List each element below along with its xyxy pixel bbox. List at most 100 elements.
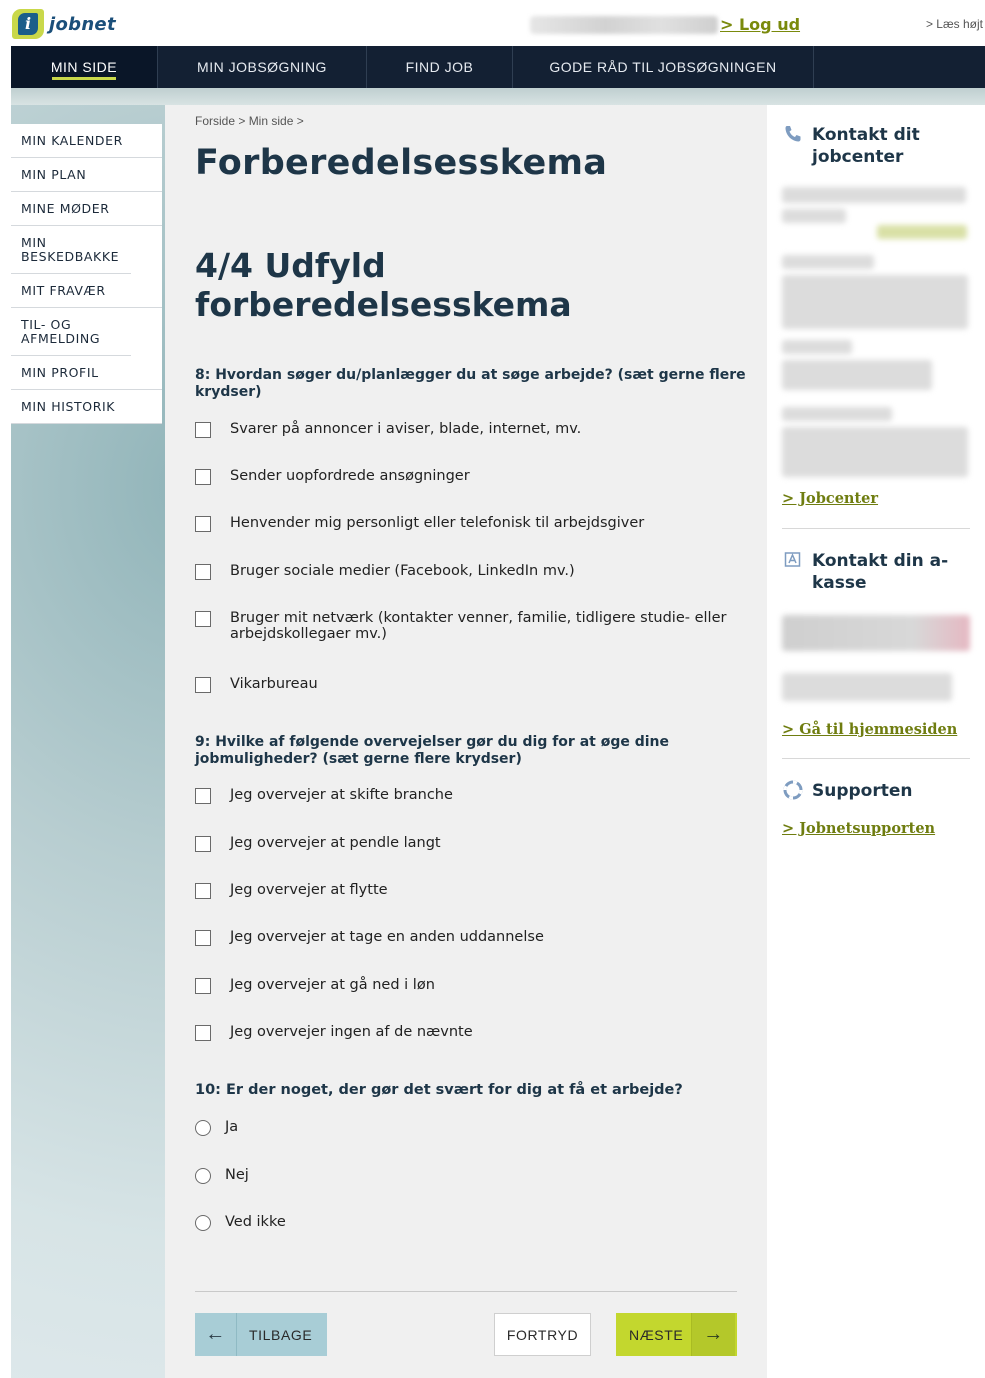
checkbox[interactable]: [195, 422, 211, 438]
sidebar-item-kalender[interactable]: MIN KALENDER: [11, 124, 162, 158]
hours-redacted: [782, 275, 968, 329]
q9-option[interactable]: Jeg overvejer at tage en anden uddannels…: [195, 929, 755, 946]
radio-button[interactable]: [195, 1215, 211, 1231]
phone-number-redacted: [877, 225, 967, 239]
akasse-homepage-link[interactable]: > Gå til hjemmesiden: [782, 721, 957, 738]
q9-option[interactable]: Jeg overvejer at skifte branche: [195, 787, 755, 804]
address-redacted: [782, 360, 932, 390]
jobnet-support-link[interactable]: > Jobnetsupporten: [782, 820, 935, 837]
checkbox[interactable]: [195, 788, 211, 804]
divider: [782, 758, 970, 759]
q10-option[interactable]: Nej: [195, 1167, 755, 1184]
option-label: Svarer på annoncer i aviser, blade, inte…: [230, 421, 582, 437]
nav-gode-raad[interactable]: GODE RÅD TIL JOBSØGNINGEN: [513, 46, 814, 88]
arrow-left-icon: ←: [195, 1313, 237, 1356]
cancel-button[interactable]: FORTRYD: [494, 1313, 591, 1356]
breadcrumb[interactable]: Forside > Min side >: [195, 114, 304, 128]
q8-option[interactable]: Bruger sociale medier (Facebook, LinkedI…: [195, 563, 755, 580]
option-label: Ja: [225, 1119, 239, 1135]
sidebar-item-moeder[interactable]: MINE MØDER: [11, 192, 162, 226]
option-label: Jeg overvejer at pendle langt: [230, 835, 441, 851]
option-label: Vikarbureau: [230, 676, 318, 692]
option-label: Ved ikke: [225, 1214, 286, 1230]
support-heading: Supporten: [782, 780, 913, 805]
q8-option[interactable]: Bruger mit netværk (kontakter venner, fa…: [195, 610, 755, 642]
user-name-redacted: [530, 16, 718, 34]
logout-link[interactable]: > Log ud: [720, 15, 800, 34]
checkbox[interactable]: [195, 516, 211, 532]
checkbox[interactable]: [195, 883, 211, 899]
akasse-heading: Kontakt din a-kasse: [782, 550, 962, 594]
jobnet-logo[interactable]: i jobnet: [12, 9, 116, 39]
next-button[interactable]: NÆSTE →: [616, 1313, 737, 1356]
cancel-label: FORTRYD: [506, 1326, 579, 1343]
q8-option[interactable]: Svarer på annoncer i aviser, blade, inte…: [195, 421, 755, 438]
q8-option[interactable]: Sender uopfordrede ansøgninger: [195, 468, 755, 485]
akasse-text-redacted: [782, 673, 952, 701]
a-kasse-icon: [782, 550, 804, 573]
read-aloud-link[interactable]: > Læs højt: [926, 17, 983, 31]
main-nav: MIN SIDE MIN JOBSØGNING FIND JOB GODE RÅ…: [11, 46, 985, 88]
q10-option[interactable]: Ja: [195, 1119, 755, 1136]
phone-icon: [782, 124, 804, 149]
q10-option[interactable]: Ved ikke: [195, 1214, 755, 1231]
q9-option[interactable]: Jeg overvejer at flytte: [195, 882, 755, 899]
right-column: Kontakt dit jobcenter > Jobcenter Kontak…: [767, 105, 985, 1378]
q9-option[interactable]: Jeg overvejer ingen af de nævnte: [195, 1024, 755, 1041]
jobcenter-name-redacted: [782, 187, 966, 203]
option-label: Jeg overvejer at skifte branche: [230, 787, 453, 803]
checkbox[interactable]: [195, 469, 211, 485]
checkbox[interactable]: [195, 930, 211, 946]
q9-option[interactable]: Jeg overvejer at pendle langt: [195, 835, 755, 852]
nav-label: MIN SIDE: [50, 59, 118, 75]
checkbox[interactable]: [195, 836, 211, 852]
sidebar-item-til-afmelding[interactable]: TIL- OG AFMELDING: [11, 308, 131, 356]
sidebar-item-profil[interactable]: MIN PROFIL: [11, 356, 162, 390]
page-title: Forberedelsesskema: [195, 143, 608, 183]
option-label: Henvender mig personligt eller telefonis…: [230, 515, 645, 531]
q8-option[interactable]: Henvender mig personligt eller telefonis…: [195, 515, 755, 532]
logo-icon: i: [12, 9, 44, 39]
divider: [195, 1291, 737, 1292]
nav-min-jobsoegning[interactable]: MIN JOBSØGNING: [158, 46, 367, 88]
nav-find-job[interactable]: FIND JOB: [367, 46, 513, 88]
opening-title-redacted: [782, 407, 892, 421]
checkbox[interactable]: [195, 1025, 211, 1041]
sidebar-item-plan[interactable]: MIN PLAN: [11, 158, 162, 192]
checkbox[interactable]: [195, 677, 211, 693]
question-9: 9: Hvilke af følgende overvejelser gør d…: [195, 734, 670, 767]
sidebar-item-fravaer[interactable]: MIT FRAVÆR: [11, 274, 162, 308]
back-button[interactable]: ← TILBAGE: [195, 1313, 327, 1356]
divider: [782, 528, 970, 529]
option-label: Nej: [225, 1167, 249, 1183]
q9-option[interactable]: Jeg overvejer at gå ned i løn: [195, 977, 755, 994]
side-menu: MIN KALENDER MIN PLAN MINE MØDER MIN BES…: [11, 124, 162, 424]
checkbox[interactable]: [195, 564, 211, 580]
jobcenter-title: Kontakt dit jobcenter: [812, 125, 920, 167]
sidebar-item-historik[interactable]: MIN HISTORIK: [11, 390, 162, 424]
checkbox[interactable]: [195, 978, 211, 994]
option-label: Jeg overvejer at gå ned i løn: [230, 977, 435, 993]
lifebuoy-icon: [782, 780, 804, 805]
option-label: Bruger sociale medier (Facebook, LinkedI…: [230, 563, 575, 579]
nav-label: FIND JOB: [405, 59, 474, 75]
q8-option[interactable]: Vikarbureau: [195, 676, 755, 693]
nav-min-side[interactable]: MIN SIDE: [11, 46, 158, 88]
top-header: i jobnet > Log ud > Læs højt: [0, 0, 985, 46]
sidebar-item-beskedbakke[interactable]: MIN BESKEDBAKKE: [11, 226, 131, 274]
active-indicator: [52, 77, 116, 80]
nav-label: GODE RÅD TIL JOBSØGNINGEN: [549, 59, 777, 75]
radio-button[interactable]: [195, 1168, 211, 1184]
question-10: 10: Er der noget, der gør det svært for …: [195, 1082, 683, 1098]
radio-button[interactable]: [195, 1120, 211, 1136]
jobcenter-link[interactable]: > Jobcenter: [782, 490, 878, 507]
question-8: 8: Hvordan søger du/planlægger du at søg…: [195, 367, 746, 400]
nav-strip: [11, 88, 985, 105]
logo-letter: i: [18, 13, 38, 35]
nav-label: MIN JOBSØGNING: [197, 59, 327, 75]
option-label: Jeg overvejer at tage en anden uddannels…: [230, 929, 544, 945]
section-title: 4/4 Udfyld forberedelsesskema: [195, 246, 572, 324]
checkbox[interactable]: [195, 611, 211, 627]
option-label: Jeg overvejer ingen af de nævnte: [230, 1024, 473, 1040]
next-label: NÆSTE: [629, 1326, 684, 1343]
